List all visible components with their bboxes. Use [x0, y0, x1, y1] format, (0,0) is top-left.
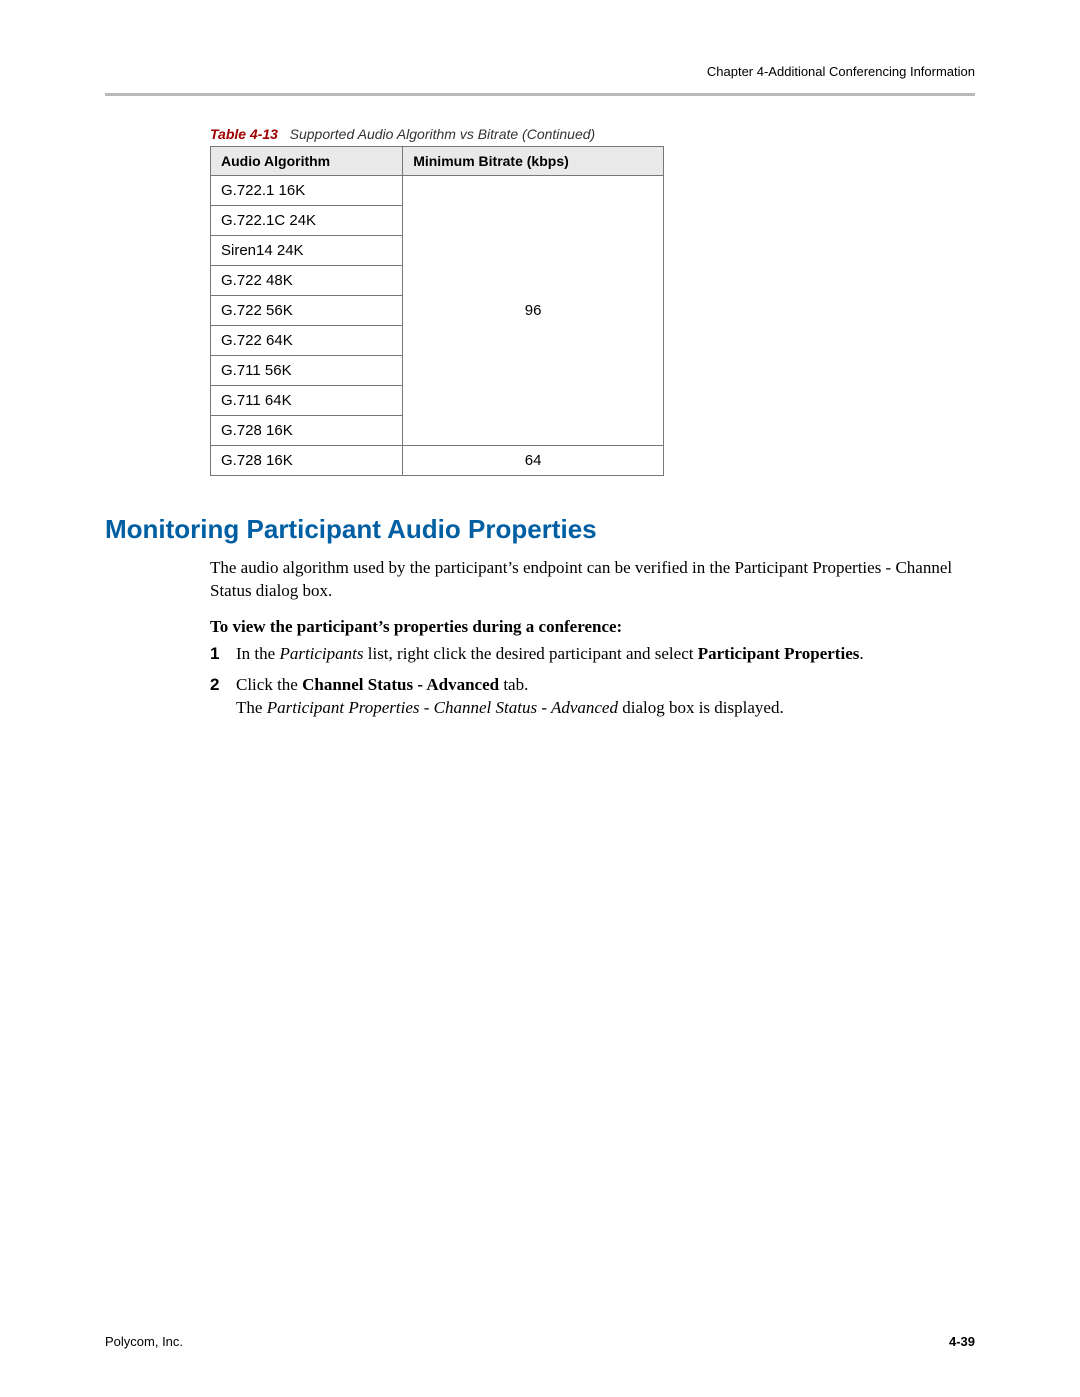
step-number: 2: [210, 674, 236, 720]
cell-algorithm: G.711 64K: [211, 386, 403, 416]
table-label: Table 4-13: [210, 126, 278, 142]
procedure-subhead: To view the participant’s properties dur…: [210, 617, 965, 637]
audio-table: Audio Algorithm Minimum Bitrate (kbps) G…: [210, 146, 664, 476]
footer-company: Polycom, Inc.: [105, 1334, 183, 1349]
cell-bitrate-group1: 96: [403, 176, 664, 446]
page: Chapter 4-Additional Conferencing Inform…: [0, 0, 1080, 1397]
cell-algorithm: G.722 64K: [211, 326, 403, 356]
cell-algorithm: G.722 48K: [211, 266, 403, 296]
text: dialog box is displayed.: [618, 698, 784, 717]
text-italic: Participants: [279, 644, 363, 663]
intro-paragraph: The audio algorithm used by the particip…: [210, 557, 965, 603]
table-desc: Supported Audio Algorithm vs Bitrate (Co…: [290, 126, 596, 142]
text-bold: Channel Status - Advanced: [302, 675, 499, 694]
section-heading: Monitoring Participant Audio Properties: [105, 514, 975, 545]
step-1: 1 In the Participants list, right click …: [210, 643, 965, 666]
text: list, right click the desired participan…: [364, 644, 698, 663]
step-content: Click the Channel Status - Advanced tab.…: [236, 674, 965, 720]
header-rule: [105, 93, 975, 96]
cell-algorithm: G.722 56K: [211, 296, 403, 326]
cell-algorithm: G.728 16K: [211, 416, 403, 446]
step-2: 2 Click the Channel Status - Advanced ta…: [210, 674, 965, 720]
body-text: The audio algorithm used by the particip…: [210, 557, 965, 720]
text-bold: Participant Properties: [698, 644, 860, 663]
table-block: Table 4-13 Supported Audio Algorithm vs …: [210, 126, 975, 476]
th-algorithm: Audio Algorithm: [211, 147, 403, 176]
text: Click the: [236, 675, 302, 694]
text: tab.: [499, 675, 528, 694]
cell-algorithm: G.728 16K: [211, 446, 403, 476]
text: The: [236, 698, 267, 717]
cell-algorithm: G.722.1 16K: [211, 176, 403, 206]
chapter-header: Chapter 4-Additional Conferencing Inform…: [105, 64, 975, 89]
text: In the: [236, 644, 279, 663]
footer-page-number: 4-39: [949, 1334, 975, 1349]
page-footer: Polycom, Inc. 4-39: [105, 1334, 975, 1349]
step-number: 1: [210, 643, 236, 666]
cell-algorithm: G.722.1C 24K: [211, 206, 403, 236]
th-bitrate: Minimum Bitrate (kbps): [403, 147, 664, 176]
cell-algorithm: G.711 56K: [211, 356, 403, 386]
table-row: G.722.1 16K 96: [211, 176, 664, 206]
table-caption: Table 4-13 Supported Audio Algorithm vs …: [210, 126, 975, 142]
cell-bitrate: 64: [403, 446, 664, 476]
step-content: In the Participants list, right click th…: [236, 643, 965, 666]
cell-algorithm: Siren14 24K: [211, 236, 403, 266]
text: .: [859, 644, 863, 663]
table-row: G.728 16K 64: [211, 446, 664, 476]
text-italic: Participant Properties - Channel Status …: [267, 698, 618, 717]
